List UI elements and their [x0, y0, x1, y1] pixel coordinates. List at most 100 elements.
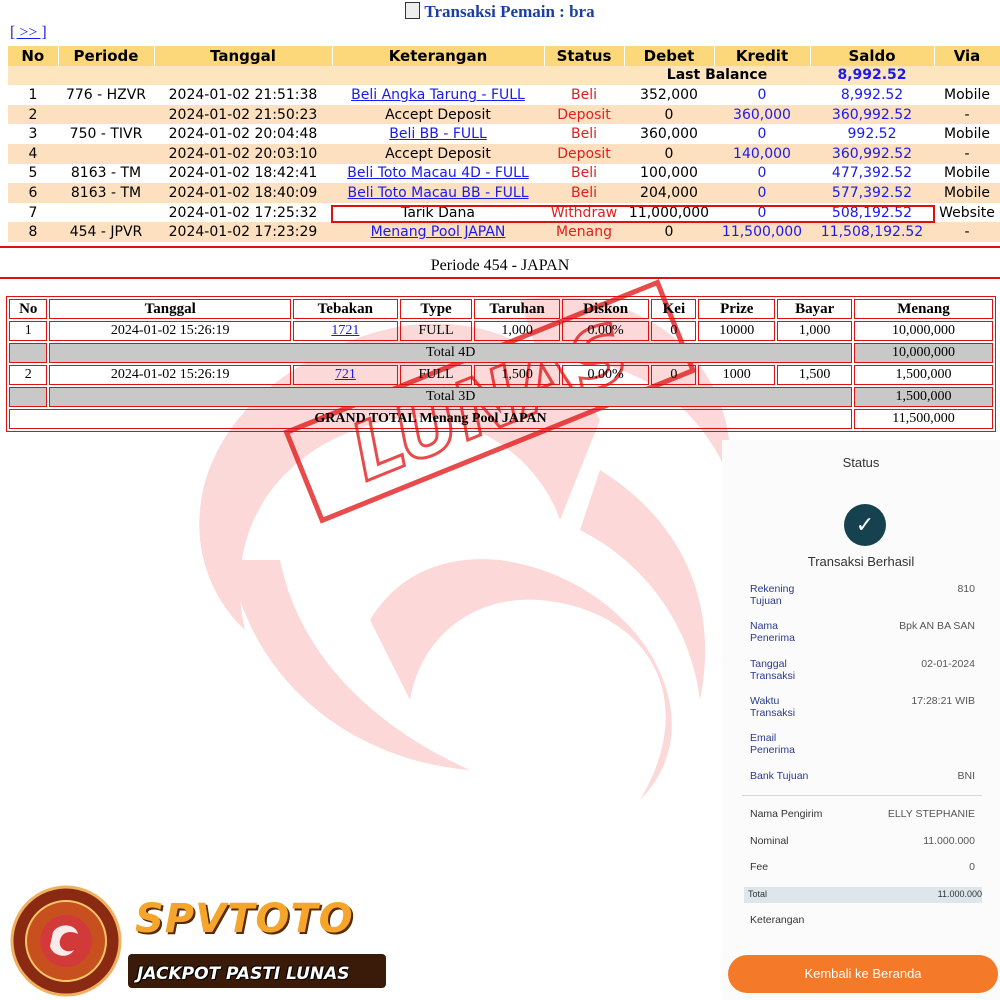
- prize-taruhan: 1,500: [474, 365, 560, 385]
- row-via: -: [934, 143, 1000, 164]
- row-saldo: 8,992.52: [810, 85, 934, 105]
- row-no: 2: [8, 104, 58, 125]
- row-via: Website: [934, 202, 1000, 223]
- row-kredit: 11,500,000: [714, 222, 810, 242]
- receipt-total-label: Total: [748, 889, 768, 899]
- col-header-bayar: Bayar: [777, 299, 853, 319]
- prize-prize: 10000: [698, 321, 776, 341]
- row-tanggal: 2024-01-02 18:42:41: [154, 163, 332, 184]
- row-tanggal: 2024-01-02 21:50:23: [154, 104, 332, 125]
- total-4d-label: Total 4D: [49, 343, 853, 363]
- row-saldo: 577,392.52: [810, 183, 934, 203]
- row-status: Beli: [544, 183, 624, 203]
- prize-bayar: 1,500: [777, 365, 853, 385]
- col-header-periode: Periode: [58, 46, 155, 66]
- keterangan-link[interactable]: Beli Toto Macau 4D - FULL: [347, 165, 529, 181]
- col-header-debet: Debet: [624, 46, 715, 66]
- col-header-tebakan: Tebakan: [292, 299, 398, 319]
- total-3d-label: Total 3D: [49, 387, 853, 407]
- prize-diskon: 0.00%: [561, 321, 650, 341]
- col-header-taruhan: Taruhan: [474, 299, 560, 319]
- row-saldo: 360,992.52: [810, 143, 934, 164]
- row-saldo: 992.52: [810, 124, 934, 144]
- row-no: 5: [8, 163, 58, 184]
- next-page-link[interactable]: [ >> ]: [10, 24, 47, 42]
- brand-slogan: JACKPOT PASTI LUNAS: [137, 964, 350, 984]
- row-status: Deposit: [544, 143, 624, 164]
- table-row: 3 750 - TIVR 2024-01-02 20:04:48 Beli BB…: [8, 124, 1000, 144]
- prize-table: No Tanggal Tebakan Type Taruhan Diskon K…: [6, 296, 996, 432]
- total-3d-value: 1,500,000: [854, 387, 993, 407]
- row-periode: [58, 202, 154, 223]
- prize-menang: 10,000,000: [854, 321, 993, 341]
- keterangan-link[interactable]: Beli BB - FULL: [389, 126, 487, 142]
- row-status: Deposit: [544, 104, 624, 125]
- col-header-keterangan: Keterangan: [332, 46, 545, 66]
- col-header-kei: Kei: [651, 299, 697, 319]
- row-no: 1: [8, 85, 58, 105]
- row-debet: 352,000: [624, 85, 714, 105]
- divider: [0, 277, 1000, 279]
- row-debet: 360,000: [624, 124, 714, 144]
- row-tanggal: 2024-01-02 17:25:32: [154, 202, 332, 223]
- keterangan-link[interactable]: Menang Pool JAPAN: [371, 224, 506, 240]
- row-no: 8: [8, 222, 58, 242]
- table-row: 2 2024-01-02 21:50:23 Accept Deposit Dep…: [8, 104, 1000, 125]
- periode-title: Periode 454 - JAPAN: [430, 257, 570, 274]
- row-no: 4: [8, 143, 58, 164]
- row-tanggal: 2024-01-02 21:51:38: [154, 85, 332, 105]
- row-via: -: [934, 104, 1000, 125]
- row-debet: 204,000: [624, 183, 714, 203]
- col-header-saldo: Saldo: [810, 46, 935, 66]
- prize-menang: 1,500,000: [854, 365, 993, 385]
- receipt-divider: [742, 795, 982, 796]
- row-tanggal: 2024-01-02 20:03:10: [154, 143, 332, 164]
- col-header-tanggal: Tanggal: [49, 299, 291, 319]
- col-header-type: Type: [399, 299, 473, 319]
- prize-row: 2 2024-01-02 15:26:19 721 FULL 1,500 0.0…: [9, 365, 993, 385]
- grand-total-label: GRAND TOTAL Menang Pool JAPAN: [9, 409, 853, 429]
- row-status: Beli: [544, 85, 624, 105]
- tebakan-link[interactable]: 721: [335, 367, 356, 382]
- prize-type: FULL: [399, 365, 473, 385]
- prize-bayar: 1,000: [777, 321, 853, 341]
- table-row: 6 8163 - TM 2024-01-02 18:40:09 Beli Tot…: [8, 183, 1000, 203]
- row-via: Mobile: [934, 183, 1000, 203]
- row-tanggal: 2024-01-02 20:04:48: [154, 124, 332, 144]
- col-header-no: No: [9, 299, 48, 319]
- row-via: Mobile: [934, 85, 1000, 105]
- col-header-no: No: [8, 46, 59, 66]
- row-no: 6: [8, 183, 58, 203]
- document-icon: [405, 2, 421, 19]
- row-periode: [58, 104, 154, 125]
- row-no: 3: [8, 124, 58, 144]
- table-row: 5 8163 - TM 2024-01-02 18:42:41 Beli Tot…: [8, 163, 1000, 184]
- table-row: 8 454 - JPVR 2024-01-02 17:23:29 Menang …: [8, 222, 1000, 242]
- row-saldo: 11,508,192.52: [810, 222, 934, 242]
- prize-row: 1 2024-01-02 15:26:19 1721 FULL 1,000 0.…: [9, 321, 993, 341]
- grand-total-value: 11,500,000: [854, 409, 993, 429]
- table-row: 4 2024-01-02 20:03:10 Accept Deposit Dep…: [8, 143, 1000, 164]
- total-4d-row: Total 4D 10,000,000: [9, 343, 993, 363]
- tebakan-link[interactable]: 1721: [331, 323, 359, 338]
- row-status: Menang: [544, 222, 624, 242]
- prize-prize: 1000: [698, 365, 776, 385]
- table-header-row: No Periode Tanggal Keterangan Status Deb…: [8, 46, 1000, 66]
- prize-no: 2: [9, 365, 48, 385]
- keterangan-link[interactable]: Beli Toto Macau BB - FULL: [347, 185, 528, 201]
- row-no: 7: [8, 202, 58, 223]
- last-balance-label: Last Balance: [624, 65, 810, 86]
- page-title-text: Transaksi Pemain : bra: [424, 2, 595, 21]
- row-periode: 8163 - TM: [58, 163, 154, 184]
- receipt-total-bar: Total 11.000.000: [744, 887, 982, 903]
- row-debet: 0: [624, 222, 714, 242]
- prize-diskon: 0.00%: [561, 365, 650, 385]
- keterangan-link[interactable]: Beli Angka Tarung - FULL: [351, 87, 525, 103]
- row-kredit: 0: [714, 85, 810, 105]
- prize-no: 1: [9, 321, 48, 341]
- col-header-status: Status: [544, 46, 625, 66]
- receipt-header: Status: [842, 455, 880, 470]
- row-debet: 0: [624, 143, 714, 164]
- row-periode: 776 - HZVR: [58, 85, 154, 105]
- back-to-home-button[interactable]: Kembali ke Beranda: [728, 955, 998, 993]
